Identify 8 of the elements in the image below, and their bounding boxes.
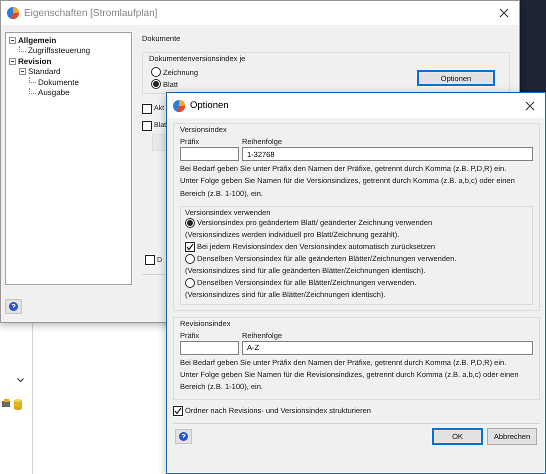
tree-item[interactable]: Zugriffssteuerung xyxy=(28,46,90,56)
tree-item[interactable]: Ausgabe xyxy=(38,88,70,98)
window-title: Eigenschaften [Stromlaufplan] xyxy=(24,8,158,18)
tree-item[interactable]: Allgemein xyxy=(18,36,56,45)
dialog-title: Optionen xyxy=(190,100,230,111)
tree-item[interactable]: Revision xyxy=(18,56,52,66)
tree-item[interactable]: Standard xyxy=(28,67,60,76)
tree-item[interactable]: Dokumente xyxy=(38,78,79,87)
